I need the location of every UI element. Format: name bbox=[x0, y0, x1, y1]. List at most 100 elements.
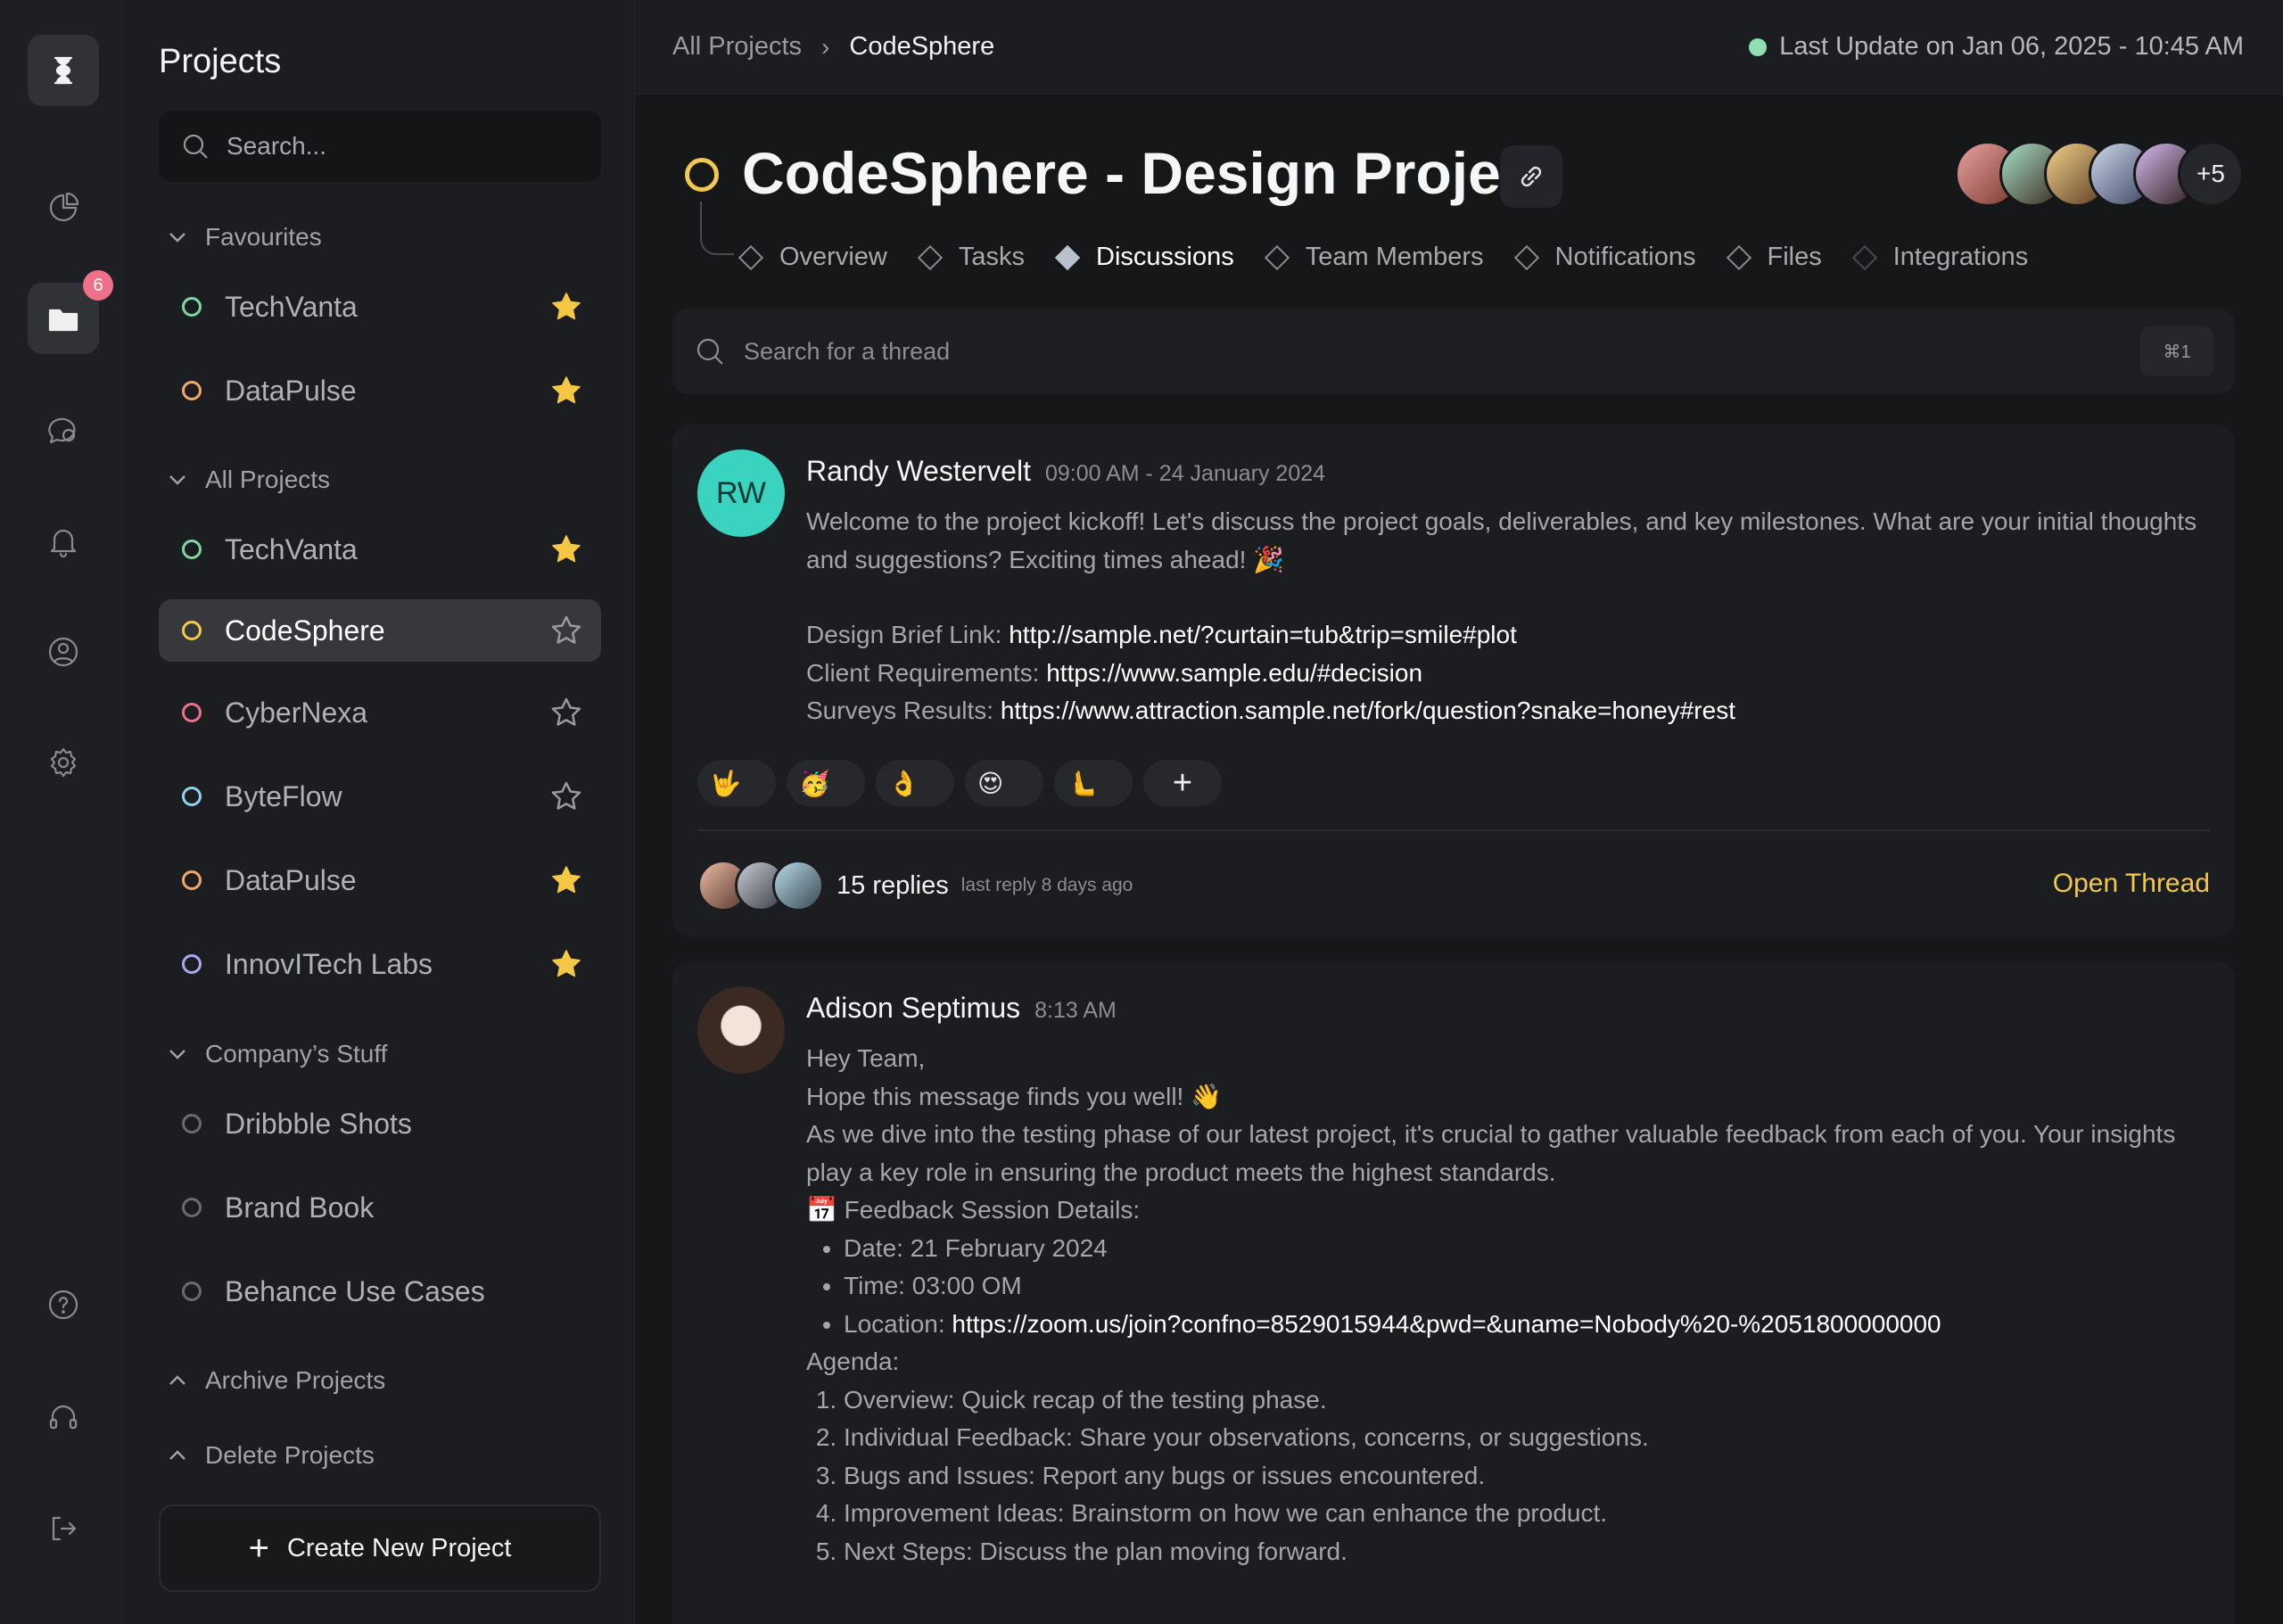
tab-notifications[interactable]: Notifications bbox=[1513, 243, 1696, 272]
status-dot-icon bbox=[1749, 37, 1768, 56]
project-search-input[interactable]: Search... bbox=[159, 111, 601, 182]
group-favourites-label: Favourites bbox=[205, 223, 322, 251]
author-name[interactable]: Adison Septimus bbox=[806, 992, 1020, 1025]
sidebar-item-project[interactable]: CodeSphere bbox=[159, 599, 601, 662]
list-item: Next Steps: Discuss the plan moving forw… bbox=[844, 1533, 2197, 1571]
breadcrumb-current: CodeSphere bbox=[849, 32, 995, 61]
star-outline-icon[interactable] bbox=[549, 614, 583, 647]
tab-integrations[interactable]: Integrations bbox=[1851, 243, 2028, 272]
top-bar: All Projects › CodeSphere Last Update on… bbox=[635, 0, 2283, 95]
rail-support[interactable] bbox=[28, 1381, 99, 1453]
project-color-dot bbox=[182, 1282, 202, 1301]
project-tabs: Overview Tasks Discussions Team Members Noti… bbox=[738, 243, 2062, 272]
create-new-project-label: Create New Project bbox=[286, 1533, 512, 1562]
rail-logout[interactable] bbox=[28, 1493, 99, 1564]
tab-label: Notifications bbox=[1554, 243, 1696, 271]
reaction-chip[interactable]: 🫷 bbox=[1054, 760, 1133, 806]
star-filled-icon[interactable] bbox=[549, 947, 583, 981]
rail-settings[interactable] bbox=[28, 727, 99, 798]
tab-discussions[interactable]: Discussions bbox=[1054, 243, 1234, 272]
star-filled-icon[interactable] bbox=[549, 863, 583, 897]
group-company-stuff[interactable]: Company’s Stuff bbox=[166, 1040, 387, 1068]
project-search-placeholder: Search... bbox=[227, 132, 327, 160]
rail-profile[interactable] bbox=[28, 616, 99, 688]
chevron-right-icon: › bbox=[821, 32, 830, 61]
rail-messages[interactable] bbox=[28, 394, 99, 466]
thread-search-placeholder: Search for a thread bbox=[744, 337, 951, 365]
open-thread-button[interactable]: Open Thread bbox=[2053, 869, 2210, 899]
star-outline-icon[interactable] bbox=[549, 779, 583, 813]
project-color-dot bbox=[182, 870, 202, 890]
divider bbox=[697, 829, 2210, 831]
folder-icon bbox=[48, 309, 78, 332]
diamond-icon bbox=[738, 244, 764, 270]
replies-summary[interactable]: 15 replies last reply 8 days ago bbox=[697, 860, 1133, 911]
sidebar-item-project[interactable]: DataPulse bbox=[159, 849, 601, 911]
reaction-chip[interactable]: 🤟 bbox=[697, 760, 776, 806]
add-reaction-button[interactable]: + bbox=[1143, 760, 1222, 806]
rail-analytics[interactable] bbox=[28, 172, 99, 243]
sidebar-item-label: Dribbble Shots bbox=[225, 1107, 412, 1140]
survey-results-link[interactable]: https://www.attraction.sample.net/fork/q… bbox=[1001, 697, 1735, 724]
group-company-stuff-label: Company’s Stuff bbox=[205, 1040, 388, 1068]
reaction-chip[interactable]: 🥳 bbox=[787, 760, 865, 806]
project-color-dot bbox=[182, 954, 202, 974]
list-item: Overview: Quick recap of the testing pha… bbox=[844, 1381, 2197, 1420]
tab-tasks[interactable]: Tasks bbox=[917, 243, 1025, 272]
star-filled-icon[interactable] bbox=[549, 532, 583, 566]
design-brief-link[interactable]: http://sample.net/?curtain=tub&trip=smil… bbox=[1009, 621, 1517, 648]
chevron-up-icon bbox=[169, 1450, 185, 1460]
last-update-text: Last Update on Jan 06, 2025 - 10:45 AM bbox=[1779, 32, 2244, 61]
star-outline-icon[interactable] bbox=[549, 696, 583, 730]
reaction-chip[interactable]: 😍 bbox=[965, 760, 1043, 806]
sidebar-item-project[interactable]: TechVanta bbox=[159, 276, 601, 338]
team-avatars[interactable]: +5 bbox=[1955, 141, 2244, 207]
author-name[interactable]: Randy Westervelt bbox=[806, 455, 1031, 488]
star-filled-icon[interactable] bbox=[549, 374, 583, 408]
tab-files[interactable]: Files bbox=[1726, 243, 1822, 272]
group-all-projects[interactable]: All Projects bbox=[166, 466, 330, 494]
reaction-chip[interactable]: 👌 bbox=[876, 760, 954, 806]
sidebar-item-project[interactable]: ByteFlow bbox=[159, 765, 601, 828]
projects-sidebar: Projects Search... Favourites TechVanta D… bbox=[125, 0, 635, 1624]
diamond-icon bbox=[1264, 244, 1290, 270]
sidebar-title: Projects bbox=[159, 43, 282, 80]
last-reply-time: last reply 8 days ago bbox=[960, 875, 1133, 895]
rail-notifications[interactable] bbox=[28, 506, 99, 577]
group-archive-projects[interactable]: Archive Projects bbox=[166, 1366, 385, 1395]
group-all-projects-label: All Projects bbox=[205, 466, 331, 493]
sidebar-item-project[interactable]: TechVanta bbox=[159, 518, 601, 581]
rail-projects[interactable]: 6 bbox=[28, 270, 113, 354]
star-filled-icon[interactable] bbox=[549, 290, 583, 324]
sidebar-item-project[interactable]: DataPulse bbox=[159, 359, 601, 422]
post-text: Welcome to the project kickoff! Let's di… bbox=[806, 507, 2197, 573]
rail-help[interactable] bbox=[28, 1269, 99, 1340]
headset-icon bbox=[49, 1405, 78, 1430]
tab-team-members[interactable]: Team Members bbox=[1264, 243, 1484, 272]
zoom-link[interactable]: https://zoom.us/join?confno=8529015944&p… bbox=[952, 1310, 1941, 1338]
sidebar-item-project[interactable]: Brand Book bbox=[159, 1176, 601, 1239]
create-new-project-button[interactable]: + Create New Project bbox=[159, 1504, 601, 1592]
client-requirements-link[interactable]: https://www.sample.edu/#decision bbox=[1046, 659, 1422, 687]
sidebar-item-project[interactable]: CyberNexa bbox=[159, 681, 601, 744]
group-favourites[interactable]: Favourites bbox=[166, 223, 322, 251]
project-color-dot bbox=[182, 621, 202, 640]
breadcrumb-all-projects[interactable]: All Projects bbox=[672, 32, 802, 62]
sidebar-item-label: InnovITech Labs bbox=[225, 947, 433, 980]
project-status-ring-icon bbox=[685, 158, 719, 192]
keyboard-shortcut-badge: ⌘1 bbox=[2140, 326, 2213, 376]
sidebar-item-project[interactable]: Behance Use Cases bbox=[159, 1260, 601, 1323]
page-title: CodeSphere - Design Project bbox=[742, 140, 1554, 206]
app-logo[interactable] bbox=[28, 35, 99, 106]
tab-overview[interactable]: Overview bbox=[738, 243, 887, 272]
help-icon bbox=[48, 1290, 78, 1320]
chevron-down-icon bbox=[169, 475, 185, 485]
sidebar-item-project[interactable]: InnovITech Labs bbox=[159, 933, 601, 995]
sidebar-item-project[interactable]: Dribbble Shots bbox=[159, 1092, 601, 1155]
search-icon bbox=[696, 338, 723, 365]
copy-link-button[interactable] bbox=[1500, 145, 1562, 208]
list-item: Individual Feedback: Share your observat… bbox=[844, 1419, 2197, 1457]
group-delete-projects[interactable]: Delete Projects bbox=[166, 1441, 375, 1470]
diamond-icon bbox=[1513, 244, 1539, 270]
thread-search-input[interactable]: Search for a thread ⌘1 bbox=[672, 309, 2235, 394]
